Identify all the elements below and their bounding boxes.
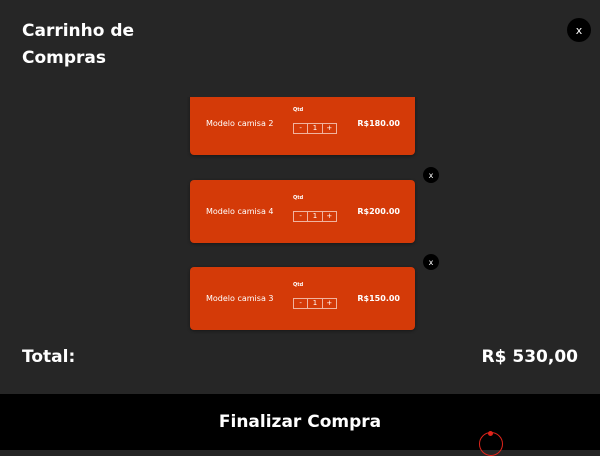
cart-item: Modelo camisa 3 Qtd - 1 + R$150.00: [190, 267, 415, 330]
cart-title: Carrinho de Compras: [22, 21, 135, 68]
quantity-value: 1: [307, 124, 321, 133]
increase-quantity-button[interactable]: +: [321, 212, 336, 221]
total-value: R$ 530,00: [481, 347, 578, 367]
quantity-label: Qtd: [293, 195, 304, 201]
item-name: Modelo camisa 2: [206, 119, 274, 128]
quantity-stepper: - 1 +: [293, 298, 337, 309]
decrease-quantity-button[interactable]: -: [294, 124, 307, 133]
quantity-value: 1: [307, 299, 321, 308]
quantity-label: Qtd: [293, 107, 304, 113]
cart-item: Modelo camisa 2 Qtd - 1 + R$180.00: [190, 97, 415, 155]
checkout-button[interactable]: Finalizar Compra: [0, 394, 600, 450]
close-cart-button[interactable]: x: [567, 18, 591, 42]
total-label: Total:: [22, 347, 76, 367]
item-name: Modelo camisa 3: [206, 294, 274, 303]
item-price: R$150.00: [357, 294, 400, 303]
remove-item-button[interactable]: x: [423, 254, 439, 270]
decrease-quantity-button[interactable]: -: [294, 299, 307, 308]
increase-quantity-button[interactable]: +: [321, 124, 336, 133]
quantity-label: Qtd: [293, 282, 304, 288]
quantity-value: 1: [307, 212, 321, 221]
quantity-stepper: - 1 +: [293, 211, 337, 222]
item-name: Modelo camisa 4: [206, 207, 274, 216]
cart-item-list[interactable]: Modelo camisa 2 Qtd - 1 + R$180.00 x Mod…: [0, 97, 600, 337]
remove-item-button[interactable]: x: [423, 167, 439, 183]
decrease-quantity-button[interactable]: -: [294, 212, 307, 221]
increase-quantity-button[interactable]: +: [321, 299, 336, 308]
quantity-stepper: - 1 +: [293, 123, 337, 134]
item-price: R$180.00: [357, 119, 400, 128]
cursor-indicator: [479, 431, 503, 456]
item-price: R$200.00: [357, 207, 400, 216]
cart-item: Modelo camisa 4 Qtd - 1 + R$200.00: [190, 180, 415, 243]
